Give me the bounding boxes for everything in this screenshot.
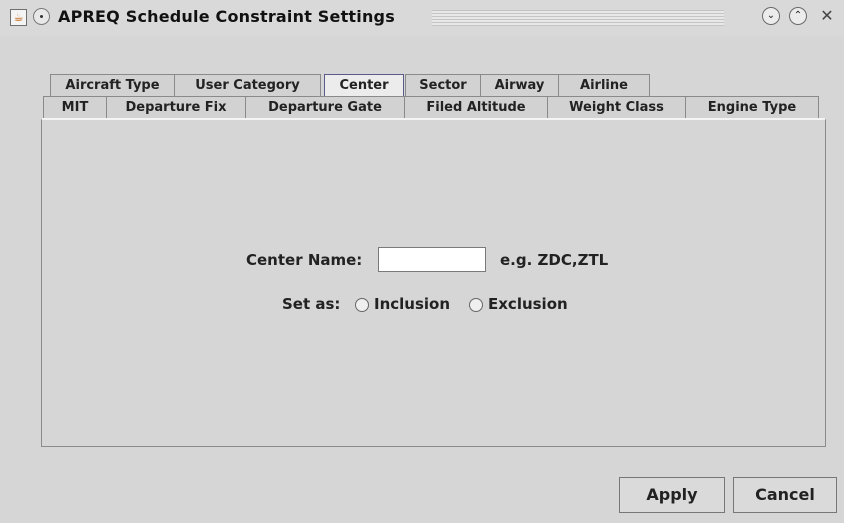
tab-departure-fix[interactable]: Departure Fix bbox=[106, 96, 246, 118]
tab-mit[interactable]: MIT bbox=[43, 96, 107, 118]
cancel-button[interactable]: Cancel bbox=[733, 477, 837, 513]
example-text: e.g. ZDC,ZTL bbox=[500, 251, 609, 269]
tab-content-panel bbox=[41, 118, 826, 447]
tab-airline[interactable]: Airline bbox=[558, 74, 650, 96]
inclusion-radio[interactable] bbox=[355, 298, 369, 312]
chevron-down-icon[interactable]: ⌄ bbox=[762, 7, 780, 25]
title-bar-grip bbox=[432, 10, 724, 26]
set-as-label: Set as: bbox=[282, 295, 341, 313]
apply-button[interactable]: Apply bbox=[619, 477, 725, 513]
close-icon[interactable]: ✕ bbox=[818, 7, 836, 25]
tab-departure-gate[interactable]: Departure Gate bbox=[245, 96, 405, 118]
tab-filed-altitude[interactable]: Filed Altitude bbox=[404, 96, 548, 118]
chevron-up-icon[interactable]: ⌃ bbox=[789, 7, 807, 25]
tab-engine-type[interactable]: Engine Type bbox=[685, 96, 819, 118]
exclusion-radio[interactable] bbox=[469, 298, 483, 312]
window-menu-icon[interactable] bbox=[33, 8, 50, 25]
tab-user-category[interactable]: User Category bbox=[174, 74, 321, 96]
center-name-label: Center Name: bbox=[246, 251, 363, 269]
tab-weight-class[interactable]: Weight Class bbox=[547, 96, 686, 118]
tab-center[interactable]: Center bbox=[324, 74, 404, 96]
tab-sector[interactable]: Sector bbox=[405, 74, 481, 96]
tab-airway[interactable]: Airway bbox=[480, 74, 559, 96]
center-name-input[interactable] bbox=[378, 247, 486, 272]
window-title: APREQ Schedule Constraint Settings bbox=[58, 7, 395, 26]
tab-aircraft-type[interactable]: Aircraft Type bbox=[50, 74, 175, 96]
title-bar[interactable]: ☕ APREQ Schedule Constraint Settings ⌄ ⌃… bbox=[0, 0, 844, 36]
exclusion-label[interactable]: Exclusion bbox=[488, 295, 568, 313]
inclusion-label[interactable]: Inclusion bbox=[374, 295, 450, 313]
java-icon[interactable]: ☕ bbox=[10, 9, 27, 26]
